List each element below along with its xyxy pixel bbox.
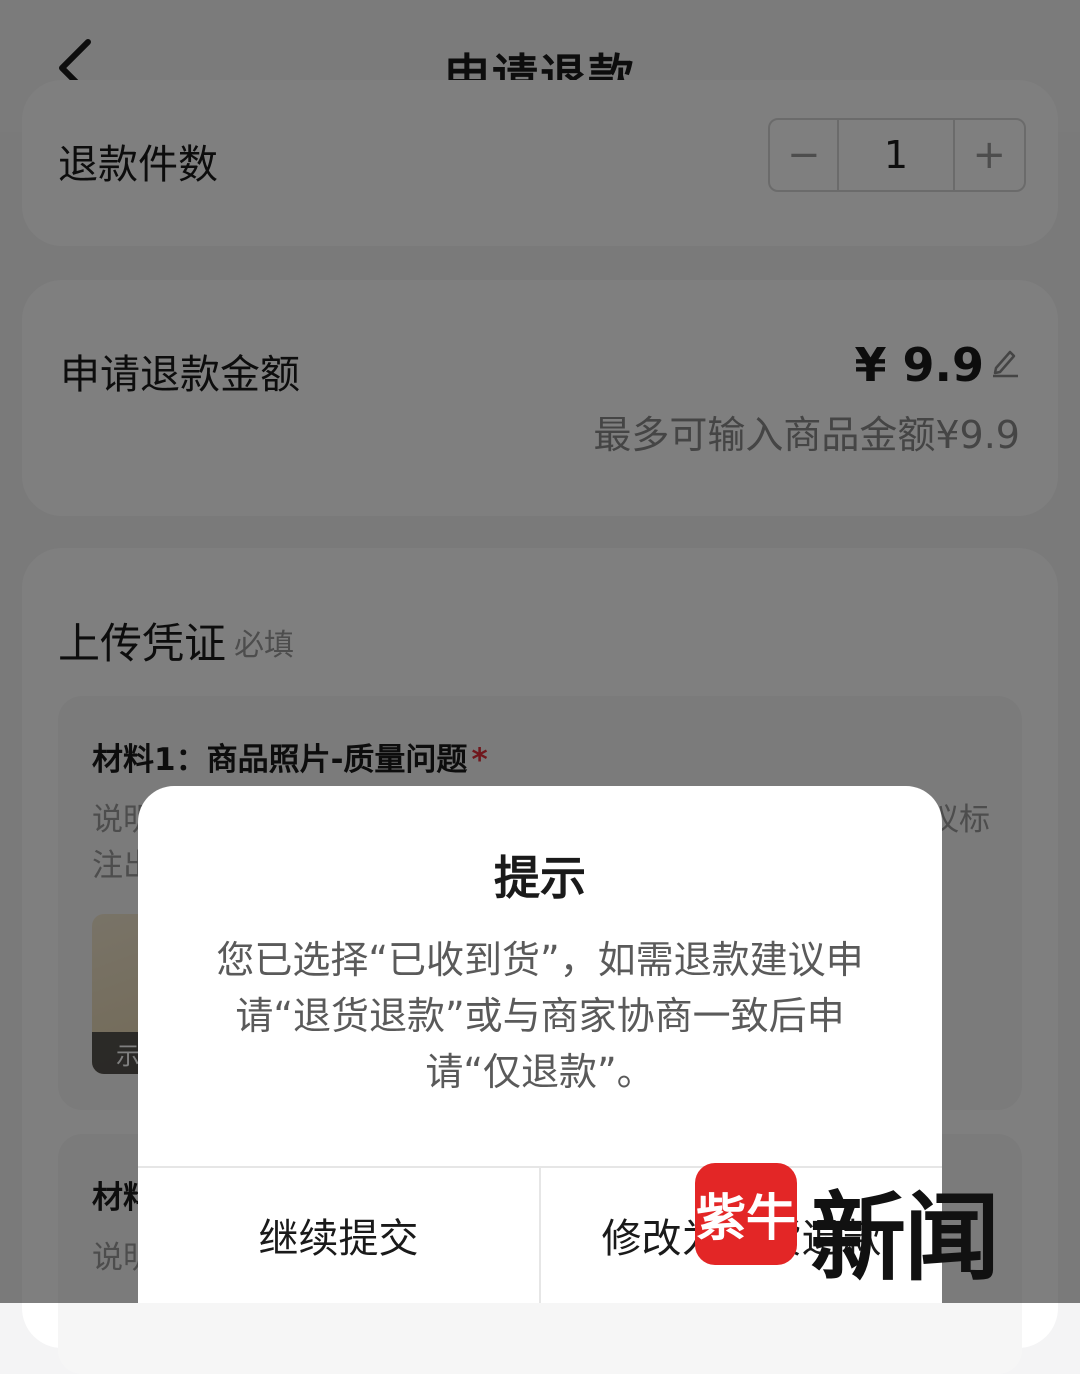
dialog-message: 您已选择“已收到货”，如需退款建议申请“退货退款”或与商家协商一致后申请“仅退款… bbox=[216, 938, 864, 1094]
dialog-title: 提示 bbox=[494, 851, 586, 905]
watermark-logo: 紫牛 bbox=[695, 1163, 797, 1265]
watermark-text: 新闻 bbox=[810, 1181, 1000, 1294]
continue-submit-button[interactable]: 继续提交 bbox=[138, 1167, 539, 1303]
